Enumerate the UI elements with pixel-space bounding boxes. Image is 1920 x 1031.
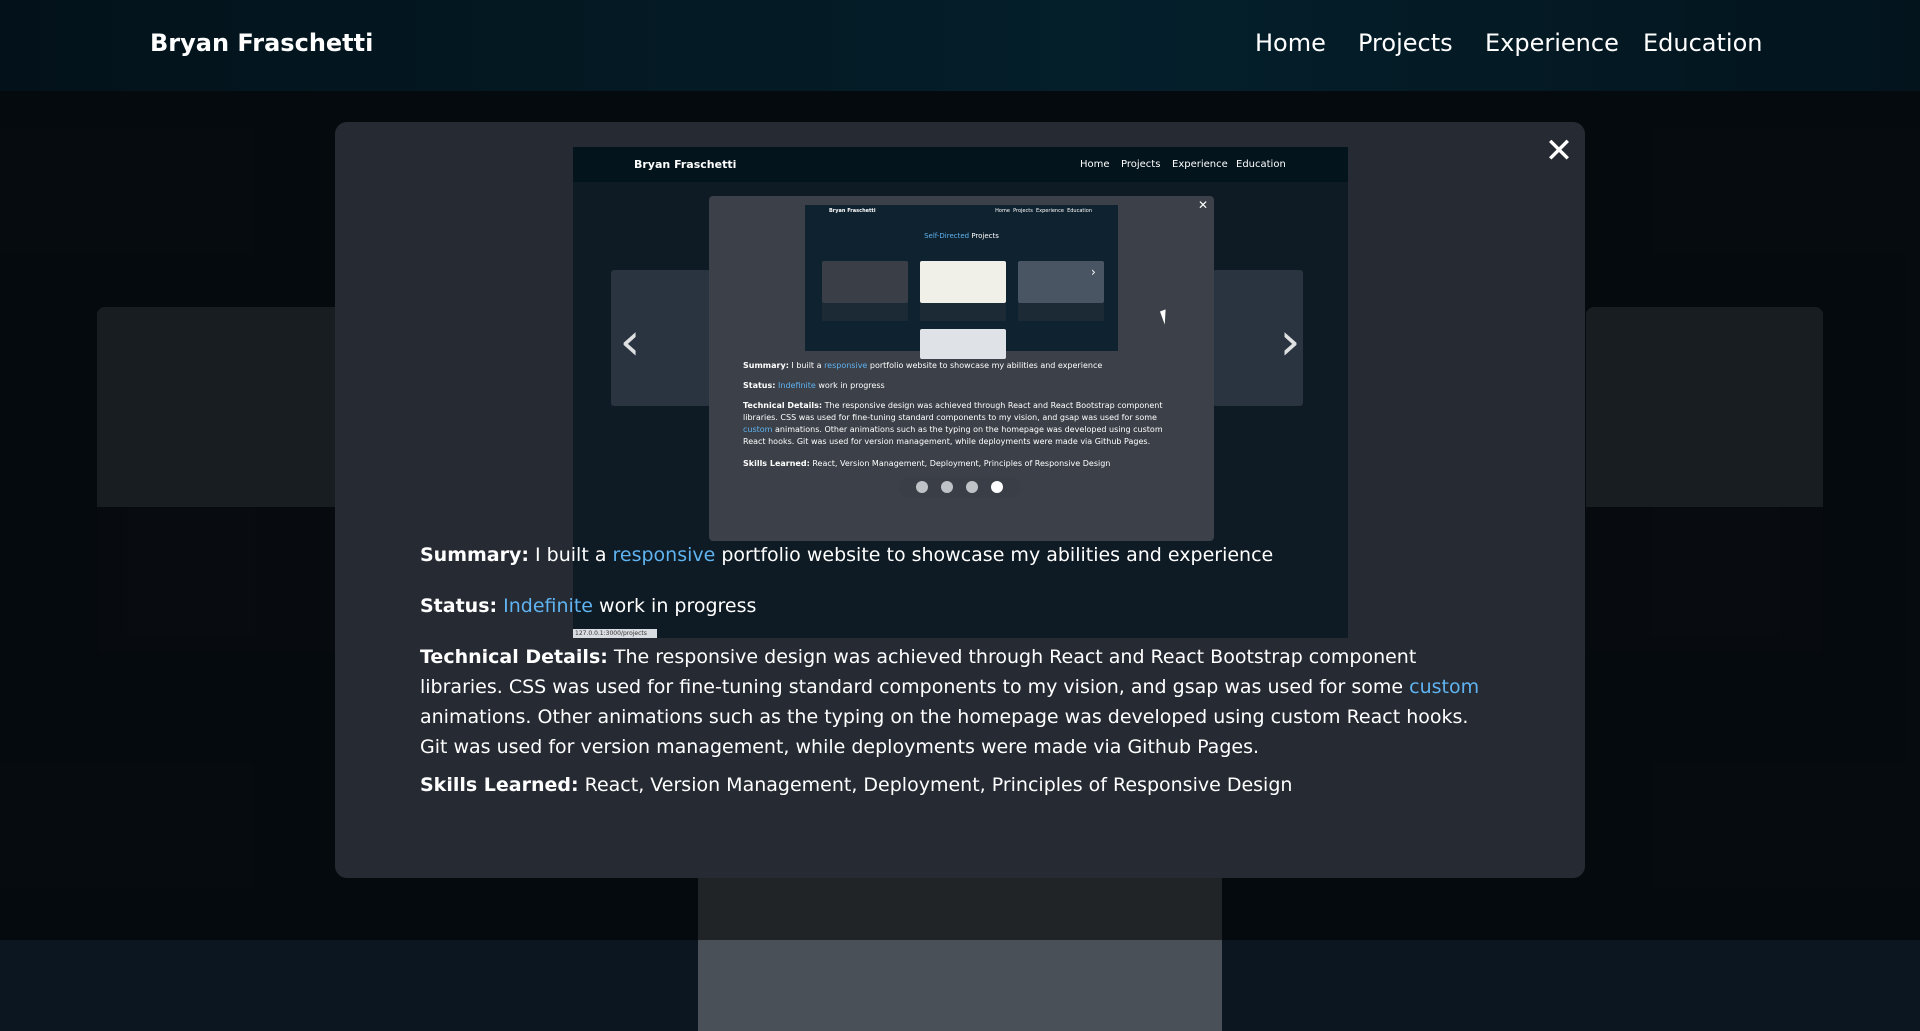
project-modal: ✕ Bryan Fraschetti Home Projects Experie… xyxy=(335,122,1585,878)
screenshot-close-icon: ✕ xyxy=(1198,198,1209,212)
technical-details-text: Technical Details: The responsive design… xyxy=(420,646,1480,758)
screenshot-inner-title: Self-Directed Projects xyxy=(924,232,999,240)
screenshot-nav-home: Home xyxy=(1080,159,1110,170)
custom-highlight: custom xyxy=(1409,676,1480,698)
nav-projects-link[interactable]: Projects xyxy=(1358,0,1453,87)
responsive-highlight: responsive xyxy=(612,544,716,566)
screenshot-inner-page: Bryan Fraschetti Home Projects Experienc… xyxy=(805,205,1118,359)
carousel-indicator[interactable] xyxy=(941,481,953,493)
status-label: Status: xyxy=(420,595,498,617)
screenshot-status: Status: Indefinite work in progress xyxy=(743,381,885,390)
screenshot-thumb-caption xyxy=(822,303,908,321)
site-brand[interactable]: Bryan Fraschetti xyxy=(150,0,373,87)
chevron-right-icon: › xyxy=(1091,265,1096,279)
top-navbar: Bryan Fraschetti Home Projects Experienc… xyxy=(0,0,1920,91)
summary-text: Summary: I built a responsive portfolio … xyxy=(420,544,1274,566)
summary-label: Summary: xyxy=(420,544,529,566)
screenshot-thumb xyxy=(920,261,1006,303)
carousel-indicator-active[interactable] xyxy=(991,481,1003,493)
screenshot-skills: Skills Learned: React, Version Managemen… xyxy=(743,459,1111,468)
nav-home-link[interactable]: Home xyxy=(1255,0,1326,87)
skills-learned-label: Skills Learned: xyxy=(420,774,579,796)
carousel-indicators xyxy=(899,477,1021,497)
screenshot-inner-nav: Home Projects Experience Education xyxy=(995,208,1092,214)
screenshot-nav-projects: Projects xyxy=(1121,159,1161,170)
screenshot-summary: Summary: I built a responsive portfolio … xyxy=(743,361,1103,370)
skills-learned-text: Skills Learned: React, Version Managemen… xyxy=(420,774,1293,796)
carousel-next-button[interactable]: › xyxy=(1270,312,1310,372)
screenshot-thumb xyxy=(822,261,908,303)
technical-details-label: Technical Details: xyxy=(420,646,608,668)
screenshot-url-bar: 127.0.0.1:3000/projects xyxy=(573,629,657,638)
carousel-indicator[interactable] xyxy=(916,481,928,493)
screenshot-thumb xyxy=(920,329,1006,359)
nav-experience-link[interactable]: Experience xyxy=(1485,0,1619,87)
nav-education-link[interactable]: Education xyxy=(1643,0,1762,87)
screenshot-inner-brand: Bryan Fraschetti xyxy=(829,208,876,214)
carousel-prev-button[interactable]: ‹ xyxy=(610,312,650,372)
screenshot-nav-experience: Experience xyxy=(1172,159,1228,170)
screenshot-brand: Bryan Fraschetti xyxy=(634,158,737,171)
screenshot-thumb-caption xyxy=(1018,303,1104,321)
screenshot-nav-education: Education xyxy=(1236,159,1286,170)
close-button[interactable]: ✕ xyxy=(1542,132,1576,170)
status-highlight: Indefinite xyxy=(503,595,593,617)
screenshot-navbar: Bryan Fraschetti Home Projects Experienc… xyxy=(573,147,1348,182)
screenshot-thumb-caption xyxy=(920,303,1006,321)
carousel-indicator[interactable] xyxy=(966,481,978,493)
screenshot-technical: Technical Details: The responsive design… xyxy=(743,401,1163,446)
status-text: Status: Indefinite work in progress xyxy=(420,595,757,617)
